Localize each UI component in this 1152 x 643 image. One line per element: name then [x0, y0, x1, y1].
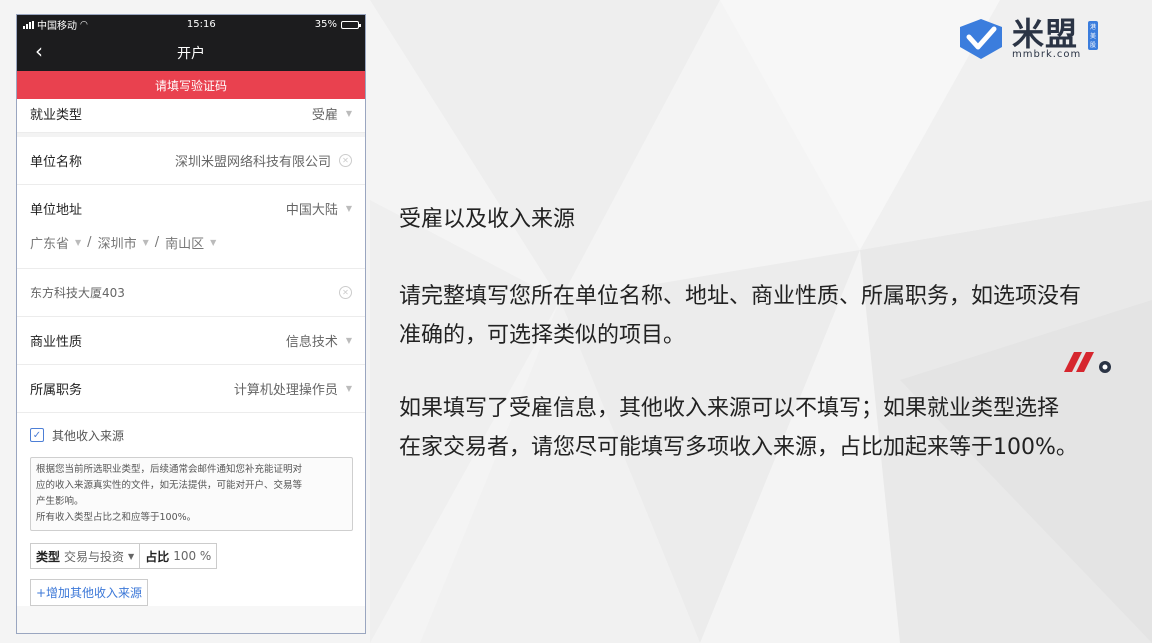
income-ratio-field[interactable]: 占比 100 %	[140, 543, 218, 569]
paragraph-line: 如果填写了受雇信息，其他收入来源可以不填写；如果就业类型选择	[399, 396, 1060, 421]
chevron-down-icon: ▼	[345, 336, 352, 345]
section-heading: 受雇以及收入来源	[399, 207, 576, 232]
other-income-section: ✓ 其他收入来源 根据您当前所选职业类型，后续通常会邮件通知您补充能证明对 应的…	[17, 413, 365, 606]
employment-type-value: 受雇	[311, 108, 338, 123]
position-label: 所属职务	[30, 383, 83, 398]
district-value: 南山区	[165, 237, 205, 252]
back-icon[interactable]: ‹	[35, 41, 43, 61]
chevron-down-icon: ▼	[210, 238, 217, 247]
business-nature-label: 商业性质	[30, 335, 83, 350]
city-select[interactable]: 深圳市	[98, 233, 137, 252]
employment-type-row[interactable]: 就业类型 受雇 ▼	[17, 99, 365, 133]
province-select[interactable]: 广东省	[30, 233, 69, 252]
city-value: 深圳市	[97, 237, 137, 252]
alert-banner: 请填写验证码	[17, 71, 365, 99]
logo-icon	[960, 19, 1002, 59]
chevron-down-icon: ▼	[345, 384, 352, 393]
income-notice: 根据您当前所选职业类型，后续通常会邮件通知您补充能证明对 应的收入来源真实性的文…	[30, 457, 353, 531]
paragraph-line: 在家交易者，请您尽可能填写多项收入来源，占比加起来等于100%。	[399, 435, 1078, 460]
status-time: 15:16	[186, 19, 216, 30]
wifi-icon: ◠	[80, 19, 88, 30]
company-address-label: 单位地址	[30, 202, 83, 218]
carrier-label: 中国移动	[37, 21, 77, 32]
address-separator: /	[154, 235, 160, 250]
business-nature-value: 信息技术	[285, 335, 338, 350]
chevron-down-icon: ▼	[345, 109, 352, 118]
country-select[interactable]: 中国大陆 ▼	[286, 199, 352, 218]
province-value: 广东省	[30, 237, 70, 252]
company-name-value: 深圳米盟网络科技有限公司	[174, 155, 331, 170]
income-type-select[interactable]: 类型 交易与投资 ▼	[30, 543, 141, 569]
chevron-down-icon: ▼	[75, 238, 82, 247]
street-address-field[interactable]: 东方科技大厦403 ✕	[17, 269, 365, 317]
income-ratio-label: 占比	[145, 549, 170, 564]
income-type-label: 类型	[36, 549, 61, 564]
brand-logo: 米盟 mmbrk.com 港美股	[956, 15, 1099, 61]
nav-bar: ‹ 开户	[17, 34, 365, 71]
logo-url: mmbrk.com	[1012, 49, 1082, 60]
street-address-value: 东方科技大厦403	[30, 286, 125, 300]
company-address-block: 单位地址 中国大陆 ▼ 广东省 ▼ / 深圳市 ▼ / 南山区 ▼	[17, 185, 365, 269]
chevron-down-icon: ▼	[128, 551, 135, 561]
company-name-row[interactable]: 单位名称 深圳米盟网络科技有限公司 ✕	[17, 137, 365, 185]
paragraph-line: 请完整填写您所在单位名称、地址、商业性质、所属职务，如选项没有	[399, 284, 1082, 309]
paragraph-line: 准确的，可选择类似的项目。	[399, 323, 686, 348]
account-form: 就业类型 受雇 ▼ 单位名称 深圳米盟网络科技有限公司 ✕ 单位地址 中国大陆 …	[17, 99, 365, 413]
battery-percent: 35%	[314, 19, 337, 30]
position-value: 计算机处理操作员	[233, 383, 338, 398]
company-name-label: 单位名称	[30, 155, 83, 170]
clear-icon[interactable]: ✕	[339, 286, 352, 299]
other-income-checkbox[interactable]: ✓	[30, 428, 44, 442]
other-income-label: 其他收入来源	[52, 428, 125, 443]
notice-line: 产生影响。	[36, 496, 84, 507]
district-select[interactable]: 南山区	[165, 233, 204, 252]
position-row[interactable]: 所属职务 计算机处理操作员 ▼	[17, 365, 365, 413]
clear-icon[interactable]: ✕	[339, 154, 352, 167]
chevron-down-icon: ▼	[345, 203, 352, 213]
explanation-text: 受雇以及收入来源 请完整填写您所在单位名称、地址、商业性质、所属职务，如选项没有…	[399, 200, 1144, 467]
signal-icon	[23, 20, 34, 29]
add-income-source-button[interactable]: +增加其他收入来源	[30, 579, 149, 606]
income-ratio-value: 100 %	[173, 549, 212, 563]
status-bar: 中国移动 ◠ 15:16 35%	[17, 15, 365, 34]
address-separator: /	[87, 235, 92, 250]
notice-line: 根据您当前所选职业类型，后续通常会邮件通知您补充能证明对	[36, 464, 303, 475]
checkbox-checked-icon: ✓	[32, 429, 42, 441]
employment-type-label: 就业类型	[30, 108, 83, 123]
notice-line: 应的收入来源真实性的文件，如无法提供，可能对开户、交易等	[36, 480, 303, 491]
income-type-value: 交易与投资	[64, 549, 125, 564]
chevron-down-icon: ▼	[142, 238, 149, 247]
business-nature-row[interactable]: 商业性质 信息技术 ▼	[17, 317, 365, 365]
phone-screen: 中国移动 ◠ 15:16 35% ‹ 开户 请填写验证码 就业类型 受雇 ▼ 单…	[16, 14, 366, 634]
notice-line: 所有收入类型占比之和应等于100%。	[36, 512, 197, 523]
logo-text: 米盟	[1012, 15, 1079, 53]
page-title: 开户	[177, 45, 205, 62]
alert-text: 请填写验证码	[154, 78, 227, 93]
country-value: 中国大陆	[285, 202, 338, 218]
logo-tag: 港美股	[1088, 21, 1099, 50]
battery-icon	[340, 20, 361, 29]
